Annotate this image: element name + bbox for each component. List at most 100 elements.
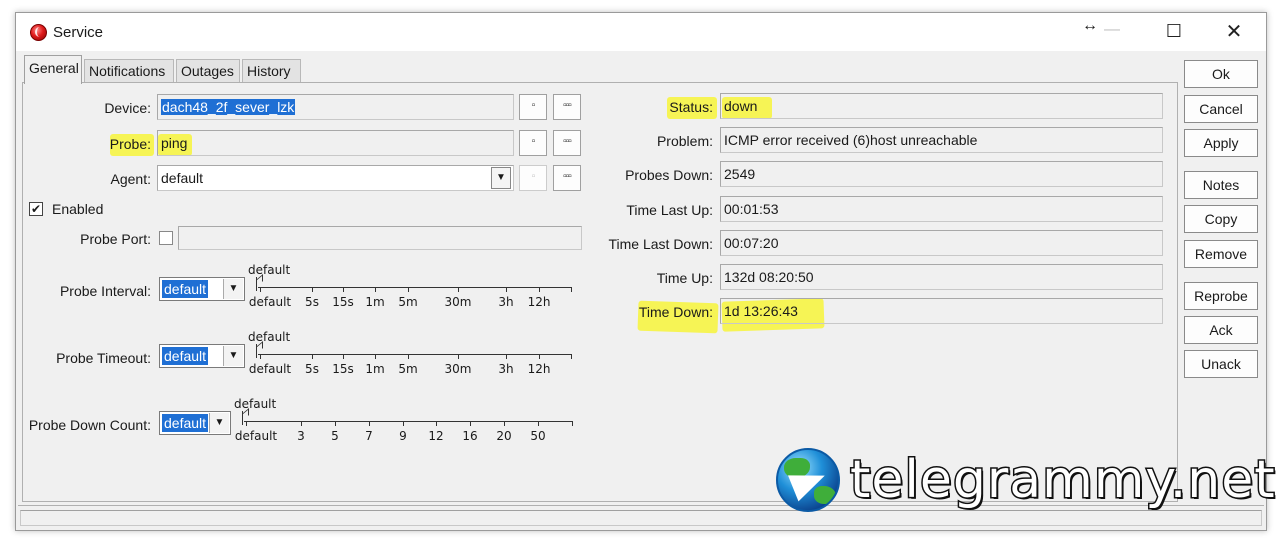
time-last-down-label: Time Last Down: bbox=[608, 236, 713, 252]
probe-down-count-label: Probe Down Count: bbox=[28, 417, 151, 433]
time-last-up-value: 00:01:53 bbox=[724, 201, 779, 217]
slider-tick-label: default bbox=[248, 295, 292, 309]
probe-port-checkbox[interactable] bbox=[159, 231, 173, 245]
maximize-button[interactable]: ☐ bbox=[1154, 21, 1194, 42]
probe-interval-label: Probe Interval: bbox=[59, 283, 151, 299]
slider-tick bbox=[312, 287, 313, 292]
slider-track[interactable] bbox=[258, 354, 571, 355]
slider-tick-label: 16 bbox=[462, 429, 478, 443]
minimize-icon[interactable]: — bbox=[1104, 21, 1120, 39]
probe-down-count-select[interactable]: default ▼ bbox=[159, 411, 231, 435]
copy-button[interactable]: Copy bbox=[1184, 205, 1258, 233]
apply-button[interactable]: Apply bbox=[1184, 129, 1258, 157]
probe-timeout-value: default bbox=[162, 347, 209, 365]
slider-tick-label: 5s bbox=[305, 295, 319, 309]
ack-button[interactable]: Ack bbox=[1184, 316, 1258, 344]
remove-button[interactable]: Remove bbox=[1184, 240, 1258, 268]
slider-tick bbox=[571, 287, 572, 292]
time-last-down-field: 00:07:20 bbox=[720, 230, 1163, 256]
slider-tick-label: 12h bbox=[527, 362, 551, 376]
probe-down-count-slider[interactable]: default default 3 5 7 9 12 16 20 50 bbox=[234, 397, 578, 447]
slider-tick bbox=[539, 354, 540, 359]
agent-label: Agent: bbox=[110, 171, 151, 187]
probe-interval-select[interactable]: default ▼ bbox=[159, 277, 245, 301]
device-value: dach48_2f_sever_lzk bbox=[161, 99, 296, 115]
slider-tick-label: 30m bbox=[444, 362, 472, 376]
probe-value: ping bbox=[161, 135, 188, 151]
tab-notifications[interactable]: Notifications bbox=[84, 59, 174, 83]
close-button[interactable]: ✕ bbox=[1214, 19, 1254, 44]
ok-button[interactable]: Ok bbox=[1184, 60, 1258, 88]
probe-field[interactable]: ping bbox=[157, 130, 514, 156]
slider-tick-label: 15s bbox=[332, 362, 354, 376]
time-down-field: 1d 13:26:43 bbox=[720, 298, 1163, 324]
device-field[interactable]: dach48_2f_sever_lzk bbox=[157, 94, 514, 120]
slider-tick bbox=[375, 287, 376, 292]
enabled-label: Enabled bbox=[52, 201, 104, 217]
probe-label: Probe: bbox=[109, 136, 151, 152]
slider-tick-label: 5m bbox=[398, 362, 418, 376]
slider-tick-label: default bbox=[248, 362, 292, 376]
slider-tick bbox=[343, 354, 344, 359]
slider-tick bbox=[403, 421, 404, 426]
slider-tick bbox=[312, 354, 313, 359]
time-last-up-field: 00:01:53 bbox=[720, 196, 1163, 222]
unack-button[interactable]: Unack bbox=[1184, 350, 1258, 378]
probe-small-button[interactable]: ▫ bbox=[519, 130, 547, 156]
probe-timeout-dropdown-icon[interactable]: ▼ bbox=[223, 346, 243, 366]
slider-tick bbox=[504, 421, 505, 426]
enabled-checkbox[interactable]: ✔ bbox=[29, 202, 43, 216]
problem-value: ICMP error received (6)host unreachable bbox=[724, 132, 978, 148]
slider-tick-label: 20 bbox=[496, 429, 512, 443]
slider-track[interactable] bbox=[244, 421, 572, 422]
slider-tick bbox=[538, 421, 539, 426]
slider-tick bbox=[506, 354, 507, 359]
probes-down-value: 2549 bbox=[724, 166, 756, 182]
agent-small-button: ▫ bbox=[519, 165, 547, 191]
cancel-button[interactable]: Cancel bbox=[1184, 95, 1258, 123]
slider-tick bbox=[571, 354, 572, 359]
device-small-button[interactable]: ▫ bbox=[519, 94, 547, 120]
slider-tick-label: 30m bbox=[444, 295, 472, 309]
slider-tick bbox=[506, 287, 507, 292]
probe-interval-slider[interactable]: default default 5s 15s 1m 5m 30m 3h 12h bbox=[248, 263, 578, 313]
slider-tick-label: 3 bbox=[297, 429, 305, 443]
probe-port-field[interactable] bbox=[178, 226, 582, 250]
probe-timeout-slider[interactable]: default default 5s 15s 1m 5m 30m 3h 12h bbox=[248, 330, 578, 380]
probe-down-count-dropdown-icon[interactable]: ▼ bbox=[209, 413, 229, 433]
tab-general[interactable]: General bbox=[24, 55, 82, 84]
probe-down-count-value: default bbox=[162, 414, 209, 432]
slider-tick bbox=[343, 287, 344, 292]
slider-tick-label: 1m bbox=[365, 295, 385, 309]
time-down-label: Time Down: bbox=[638, 304, 713, 320]
notes-button[interactable]: Notes bbox=[1184, 171, 1258, 199]
slider-track[interactable] bbox=[258, 287, 571, 288]
device-label: Device: bbox=[104, 100, 151, 116]
slider-tick-label: 5s bbox=[305, 362, 319, 376]
agent-dropdown-icon[interactable]: ▼ bbox=[491, 167, 511, 189]
slider-tick bbox=[246, 421, 247, 426]
slider-tick-label: 7 bbox=[365, 429, 373, 443]
probe-interval-current: default bbox=[248, 263, 291, 277]
probe-timeout-select[interactable]: default ▼ bbox=[159, 344, 245, 368]
slider-tick bbox=[458, 287, 459, 292]
reprobe-button[interactable]: Reprobe bbox=[1184, 282, 1258, 310]
title-bar[interactable]: Service ↔ — ☐ ✕ bbox=[16, 13, 1266, 51]
slider-tick bbox=[260, 354, 261, 359]
agent-select[interactable]: default bbox=[157, 165, 514, 191]
problem-label: Problem: bbox=[656, 133, 713, 149]
status-value: down bbox=[724, 98, 758, 114]
probe-down-count-current: default bbox=[234, 397, 277, 411]
telegram-globe-icon bbox=[776, 448, 840, 512]
time-last-down-value: 00:07:20 bbox=[724, 235, 779, 251]
slider-tick bbox=[539, 287, 540, 292]
slider-tick-label: 15s bbox=[332, 295, 354, 309]
slider-tick-label: 12 bbox=[428, 429, 444, 443]
tab-outages[interactable]: Outages bbox=[176, 59, 240, 83]
slider-tick-label: 5 bbox=[331, 429, 339, 443]
probe-interval-dropdown-icon[interactable]: ▼ bbox=[223, 279, 243, 299]
probe-port-label: Probe Port: bbox=[80, 231, 151, 247]
status-field: down bbox=[720, 93, 1163, 119]
tab-history[interactable]: History bbox=[242, 59, 301, 83]
slider-tick-label: 5m bbox=[398, 295, 418, 309]
